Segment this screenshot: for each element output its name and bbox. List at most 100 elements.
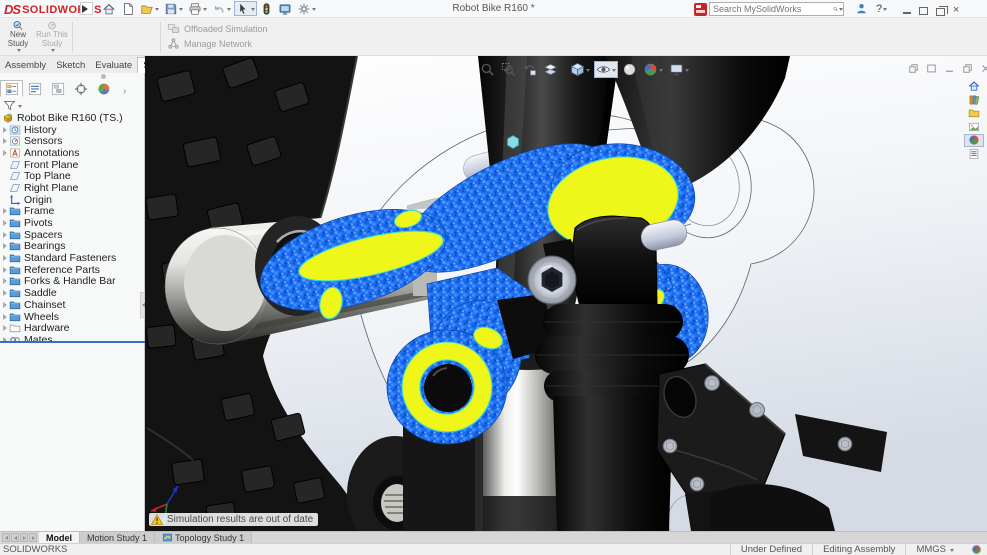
- tab-topology-study-1[interactable]: Topology Study 1: [155, 532, 252, 543]
- topology-study-icon: [162, 532, 173, 543]
- tab-scroll-last[interactable]: [29, 533, 37, 542]
- tree-item-forks-handle-bar[interactable]: Forks & Handle Bar: [0, 276, 145, 288]
- section-view-button[interactable]: [541, 61, 560, 78]
- tree-item-top-plane[interactable]: Top Plane: [0, 170, 145, 182]
- manager-tabs-expand-arrow[interactable]: ›: [123, 86, 126, 97]
- close-button[interactable]: ×: [953, 4, 959, 16]
- tab-sketch[interactable]: Sketch: [51, 57, 90, 73]
- feature-manager-panel: › Robot Bike R160 (TS.) History Sensors …: [0, 73, 145, 531]
- tree-item-sensors[interactable]: Sensors: [0, 135, 145, 147]
- user-account-icon[interactable]: [855, 2, 868, 15]
- hide-show-items-button[interactable]: [594, 61, 618, 78]
- tree-item-saddle[interactable]: Saddle: [0, 287, 145, 299]
- study-tab-bar: Model Motion Study 1 Topology Study 1: [0, 531, 987, 543]
- task-pane-strip: [962, 80, 986, 160]
- tab-scroll-first[interactable]: [2, 533, 10, 542]
- tree-filter[interactable]: [3, 99, 22, 112]
- units-selector[interactable]: MMGS: [905, 544, 964, 555]
- edit-appearance-button[interactable]: [620, 61, 639, 78]
- tree-item-front-plane[interactable]: Front Plane: [0, 159, 145, 171]
- graphics-viewport[interactable]: Simulation results are out of date: [145, 56, 987, 531]
- tree-item-frame[interactable]: Frame: [0, 206, 145, 218]
- constraint-status: Under Defined: [730, 544, 812, 555]
- search-box[interactable]: [709, 2, 844, 16]
- configurationmanager-tab[interactable]: [46, 80, 69, 97]
- tree-item-origin[interactable]: Origin: [0, 194, 145, 206]
- tab-scroll-buttons: [0, 532, 39, 543]
- displaymanager-tab[interactable]: [92, 80, 115, 97]
- status-bar: SOLIDWORKS Under Defined Editing Assembl…: [0, 543, 987, 555]
- featuremanager-tab[interactable]: [0, 80, 23, 97]
- tree-root-assembly[interactable]: Robot Bike R160 (TS.): [0, 112, 145, 124]
- tree-item-pivots[interactable]: Pivots: [0, 217, 145, 229]
- maximize-button[interactable]: [919, 7, 928, 15]
- manage-network-icon: [167, 37, 180, 50]
- tab-assembly[interactable]: Assembly: [0, 57, 51, 73]
- custom-properties-tab[interactable]: [964, 148, 984, 161]
- tree-item-history[interactable]: History: [0, 124, 145, 136]
- simulation-warning: Simulation results are out of date: [149, 513, 318, 526]
- offloaded-simulation-icon: [167, 22, 180, 35]
- tree-item-chainset[interactable]: Chainset: [0, 299, 145, 311]
- run-this-study-button[interactable]: Run This Study: [36, 20, 68, 54]
- tree-item-standard-fasteners[interactable]: Standard Fasteners: [0, 252, 145, 264]
- search-dropdown-caret[interactable]: [839, 8, 843, 13]
- propertymanager-tab[interactable]: [23, 80, 46, 97]
- zoom-to-fit-button[interactable]: [478, 61, 497, 78]
- tree-item-spacers[interactable]: Spacers: [0, 229, 145, 241]
- tab-motion-study-1[interactable]: Motion Study 1: [80, 532, 155, 543]
- editing-mode: Editing Assembly: [812, 544, 905, 555]
- search-icon[interactable]: [833, 3, 838, 15]
- view-settings-button[interactable]: [667, 61, 691, 78]
- tab-scroll-prev[interactable]: [11, 533, 19, 542]
- tree-item-mates[interactable]: Mates: [0, 334, 145, 346]
- tab-evaluate[interactable]: Evaluate: [90, 57, 137, 73]
- commandmanager-tabs: Assembly Sketch Evaluate Simulation: [0, 56, 145, 73]
- feature-tree: Robot Bike R160 (TS.) History Sensors An…: [0, 112, 145, 346]
- tree-item-wheels[interactable]: Wheels: [0, 311, 145, 323]
- doc-close-icon[interactable]: [980, 63, 987, 74]
- tag-icon[interactable]: [972, 545, 981, 554]
- view-palette-tab[interactable]: [964, 121, 984, 134]
- restore-button[interactable]: [936, 8, 945, 16]
- tree-item-bearings[interactable]: Bearings: [0, 241, 145, 253]
- filter-funnel-icon: [3, 99, 16, 112]
- solidworks-resources-tab[interactable]: [964, 80, 984, 93]
- minimize-button[interactable]: [903, 12, 911, 14]
- file-explorer-tab[interactable]: [964, 107, 984, 120]
- manage-network-button[interactable]: Manage Network: [167, 37, 252, 50]
- dimxpertmanager-tab[interactable]: [69, 80, 92, 97]
- appearances-scenes-tab[interactable]: [964, 134, 984, 147]
- rollback-bar[interactable]: [0, 341, 145, 343]
- design-library-tab[interactable]: [964, 94, 984, 107]
- apply-scene-button[interactable]: [641, 61, 665, 78]
- search-input[interactable]: [710, 4, 833, 14]
- mysolidworks-icon[interactable]: [694, 3, 707, 16]
- view-orientation-button[interactable]: [568, 61, 592, 78]
- new-study-button[interactable]: New Study: [2, 20, 34, 54]
- doc-maximize-icon[interactable]: [926, 63, 937, 74]
- title-bar: DS SOLIDWORKS Robot Bike R160 * ? ×: [0, 0, 987, 18]
- offloaded-simulation-button[interactable]: Offloaded Simulation: [167, 22, 267, 35]
- tree-root-label: Robot Bike R160 (TS.): [17, 112, 123, 124]
- previous-view-button[interactable]: [520, 61, 539, 78]
- document-window-controls: [908, 63, 987, 74]
- doc-minimize-icon[interactable]: [944, 63, 955, 74]
- tree-item-reference-parts[interactable]: Reference Parts: [0, 264, 145, 276]
- warning-icon: [151, 514, 163, 525]
- filter-caret: [18, 105, 22, 110]
- zoom-to-area-button[interactable]: [499, 61, 518, 78]
- warning-text: Simulation results are out of date: [167, 514, 313, 525]
- tab-model[interactable]: Model: [39, 532, 80, 543]
- heads-up-view-toolbar: [478, 61, 691, 78]
- doc-restore2-icon[interactable]: [962, 63, 973, 74]
- doc-restore-icon[interactable]: [908, 63, 919, 74]
- tree-item-hardware[interactable]: Hardware: [0, 322, 145, 334]
- tab-scroll-next[interactable]: [20, 533, 28, 542]
- fastener-marker: [507, 136, 518, 149]
- help-button[interactable]: ?: [876, 3, 887, 15]
- tree-item-annotations[interactable]: Annotations: [0, 147, 145, 159]
- manager-tab-strip: ›: [0, 79, 145, 97]
- statusbar-app-label: SOLIDWORKS: [3, 544, 67, 555]
- tree-item-right-plane[interactable]: Right Plane: [0, 182, 145, 194]
